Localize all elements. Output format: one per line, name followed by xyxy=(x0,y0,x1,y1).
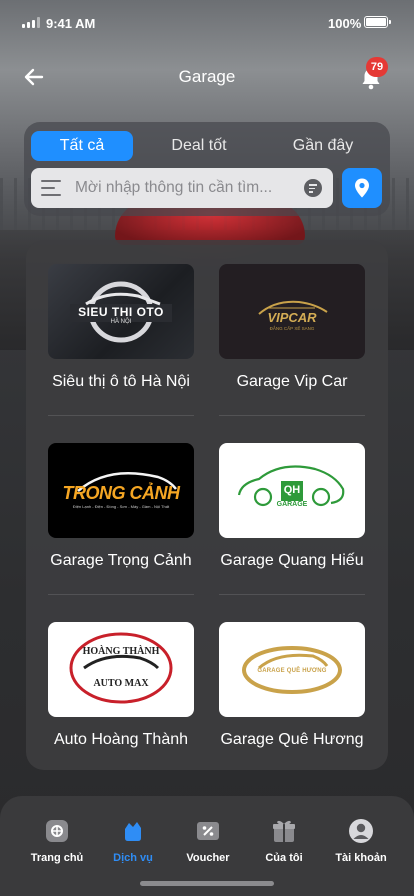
garage-logo: TRONG CẢNH Điện Lạnh - Điện - Đồng - Sơn… xyxy=(48,443,194,538)
garage-grid: SIEU THI OTO HÀ NỘI Siêu thị ô tô Hà Nội… xyxy=(26,240,388,770)
garage-name: Garage Trọng Cảnh xyxy=(50,552,192,569)
garage-card[interactable]: GARAGE QUÊ HƯƠNG Garage Quê Hương xyxy=(219,622,365,749)
garage-card[interactable]: SIEU THI OTO HÀ NỘI Siêu thị ô tô Hà Nội xyxy=(48,264,194,391)
page-title: Garage xyxy=(178,67,236,86)
garage-logo: SIEU THI OTO HÀ NỘI xyxy=(48,264,194,359)
battery-icon xyxy=(364,16,391,28)
nav-item-account[interactable]: Tài khoản xyxy=(326,818,396,864)
garage-logo: GARAGE QUÊ HƯƠNG xyxy=(219,622,365,717)
tab-nearby[interactable]: Gần đây xyxy=(273,131,373,161)
services-icon xyxy=(120,818,146,844)
logo-subtext: AUTO MAX xyxy=(93,678,149,689)
battery-percent: 100% xyxy=(328,16,362,31)
signal-icon xyxy=(22,17,40,28)
nav-item-mine[interactable]: Của tôi xyxy=(249,818,319,864)
garage-logo: VIPCAR ĐẲNG CẤP XẾ SANG xyxy=(219,264,365,359)
tab-all[interactable]: Tất cả xyxy=(31,131,133,161)
nav-label: Dịch vụ xyxy=(113,852,153,864)
nav-label: Tài khoản xyxy=(335,852,387,864)
garage-logo: QH GARAGE xyxy=(219,443,365,538)
tab-bar: Tất cả Deal tốt Gần đây xyxy=(31,131,383,161)
logo-text: GARAGE QUÊ HƯƠNG xyxy=(257,668,327,674)
notification-badge: 79 xyxy=(366,57,388,77)
home-icon xyxy=(44,818,70,844)
garage-card[interactable]: QH GARAGE Garage Quang Hiếu xyxy=(219,443,365,570)
search-input[interactable] xyxy=(75,168,297,208)
garage-name: Garage Quê Hương xyxy=(220,731,364,748)
logo-text: HOÀNG THÀNH xyxy=(82,646,160,657)
account-icon xyxy=(348,818,374,844)
garage-logo: HOÀNG THÀNH AUTO MAX xyxy=(48,622,194,717)
nav-item-voucher[interactable]: Voucher xyxy=(173,818,243,864)
logo-text: VIPCAR xyxy=(267,310,317,325)
nav-label: Của tôi xyxy=(265,852,303,864)
logo-subtext: HÀ NỘI xyxy=(110,319,132,325)
logo-text: TRONG CẢNH xyxy=(62,483,181,503)
garage-name: Auto Hoàng Thành xyxy=(53,731,189,748)
nav-label: Voucher xyxy=(186,852,230,864)
garage-card[interactable]: TRONG CẢNH Điện Lạnh - Điện - Đồng - Sơn… xyxy=(48,443,194,570)
garage-card[interactable]: HOÀNG THÀNH AUTO MAX Auto Hoàng Thành xyxy=(48,622,194,749)
home-indicator[interactable] xyxy=(140,881,274,886)
garage-card[interactable]: VIPCAR ĐẲNG CẤP XẾ SANG Garage Vip Car xyxy=(219,264,365,391)
search-bar xyxy=(31,168,333,208)
voucher-icon xyxy=(195,818,221,844)
garage-name: Garage Vip Car xyxy=(236,373,348,390)
logo-text: SIEU THI OTO xyxy=(78,305,164,319)
location-button[interactable] xyxy=(342,168,382,208)
filter-icon[interactable] xyxy=(304,179,322,197)
logo-subtext: ĐẲNG CẤP XẾ SANG xyxy=(269,326,315,331)
tab-good-deals[interactable]: Deal tốt xyxy=(149,131,249,161)
garage-name: Garage Quang Hiếu xyxy=(220,552,364,569)
nav-item-home[interactable]: Trang chủ xyxy=(22,818,92,864)
logo-text: QH xyxy=(283,484,301,496)
nav-label: Trang chủ xyxy=(30,852,84,864)
gift-icon xyxy=(271,818,297,844)
menu-icon[interactable] xyxy=(41,180,61,196)
logo-subtext: Điện Lạnh - Điện - Đồng - Sơn - Máy - Gầ… xyxy=(72,504,170,509)
filter-panel: Tất cả Deal tốt Gần đây xyxy=(24,122,390,216)
location-pin-icon xyxy=(355,178,369,198)
status-bar: 9:41 AM 100% xyxy=(0,0,414,46)
logo-subtext: GARAGE xyxy=(276,501,308,508)
nav-item-services[interactable]: Dịch vụ xyxy=(98,818,168,864)
status-time: 9:41 AM xyxy=(46,16,96,31)
garage-name: Siêu thị ô tô Hà Nội xyxy=(52,373,190,390)
